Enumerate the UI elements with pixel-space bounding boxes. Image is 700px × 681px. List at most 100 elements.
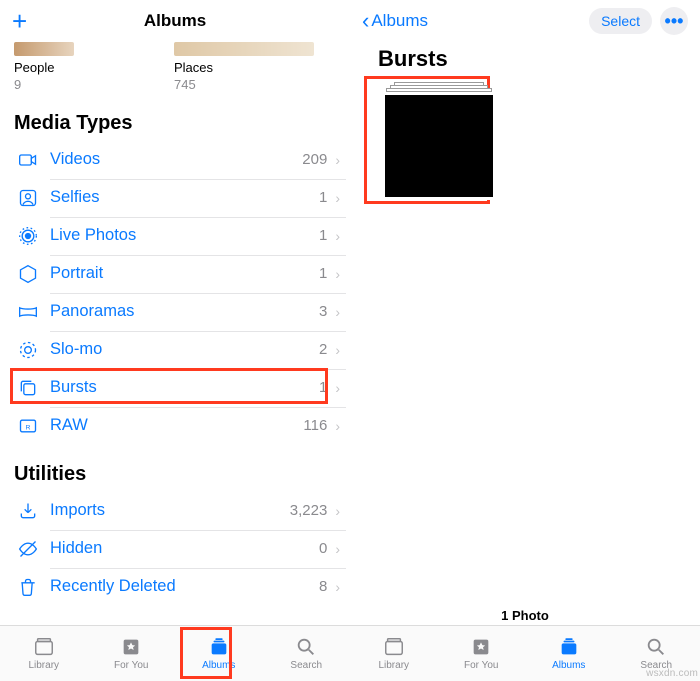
- people-album-thumb[interactable]: People 9: [14, 42, 74, 94]
- raw-icon: R: [14, 416, 42, 436]
- row-deleted-count: 8: [319, 578, 329, 595]
- row-panoramas-count: 3: [319, 303, 329, 320]
- row-bursts-count: 1: [319, 379, 329, 396]
- tab-search-label: Search: [290, 660, 322, 671]
- back-albums-button[interactable]: ‹ Albums: [362, 8, 428, 34]
- row-videos-label: Videos: [42, 150, 302, 169]
- panoramas-icon: [14, 302, 42, 322]
- phone-left-albums-list: + Albums People 9 Places 745 Media Types…: [0, 0, 350, 681]
- places-label: Places: [174, 60, 314, 77]
- row-bursts-label: Bursts: [42, 378, 319, 397]
- albums-icon: [557, 636, 581, 658]
- tab-foryou-label: For You: [114, 660, 148, 671]
- watermark: wsxdn.com: [646, 668, 698, 679]
- burst-thumbnail[interactable]: [380, 82, 498, 202]
- foryou-icon: [469, 636, 493, 658]
- row-bursts[interactable]: Bursts 1 ›: [14, 369, 346, 407]
- row-hidden-count: 0: [319, 540, 329, 557]
- phone-right-bursts-album: ‹ Albums Select ••• Bursts 1 Photo Libra…: [350, 0, 700, 681]
- select-button[interactable]: Select: [589, 8, 652, 34]
- tab-foryou[interactable]: For You: [88, 626, 176, 681]
- portrait-icon: [14, 264, 42, 284]
- chevron-right-icon: ›: [329, 266, 346, 282]
- row-selfies-label: Selfies: [42, 188, 319, 207]
- chevron-right-icon: ›: [329, 152, 346, 168]
- more-options-button[interactable]: •••: [660, 7, 688, 35]
- chevron-right-icon: ›: [329, 579, 346, 595]
- add-album-button[interactable]: +: [12, 6, 27, 37]
- chevron-right-icon: ›: [329, 190, 346, 206]
- people-label: People: [14, 60, 74, 77]
- people-count: 9: [14, 77, 74, 94]
- row-livephotos-label: Live Photos: [42, 226, 319, 245]
- ellipsis-icon: •••: [665, 11, 684, 32]
- tab-albums-label: Albums: [552, 660, 585, 671]
- library-icon: [382, 636, 406, 658]
- row-hidden-label: Hidden: [42, 539, 319, 558]
- tab-library-label: Library: [28, 660, 59, 671]
- foryou-icon: [119, 636, 143, 658]
- photo-count-footer: 1 Photo: [350, 608, 700, 623]
- album-title: Bursts: [350, 42, 700, 78]
- tab-foryou[interactable]: For You: [438, 626, 526, 681]
- row-hidden[interactable]: Hidden 0 ›: [14, 530, 346, 568]
- selfies-icon: [14, 188, 42, 208]
- chevron-right-icon: ›: [329, 380, 346, 396]
- media-types-heading: Media Types: [0, 94, 350, 141]
- hidden-icon: [14, 539, 42, 559]
- albums-icon: [207, 636, 231, 658]
- chevron-right-icon: ›: [329, 418, 346, 434]
- row-videos[interactable]: Videos 209 ›: [14, 141, 346, 179]
- utilities-list: Imports 3,223 › Hidden 0 › Recently Dele…: [0, 492, 350, 606]
- tab-albums[interactable]: Albums: [175, 626, 263, 681]
- row-recently-deleted[interactable]: Recently Deleted 8 ›: [14, 568, 346, 606]
- row-livephotos[interactable]: Live Photos 1 ›: [14, 217, 346, 255]
- row-selfies-count: 1: [319, 189, 329, 206]
- chevron-right-icon: ›: [329, 342, 346, 358]
- row-videos-count: 209: [302, 151, 329, 168]
- row-slomo-label: Slo-mo: [42, 340, 319, 359]
- tab-albums[interactable]: Albums: [525, 626, 613, 681]
- chevron-right-icon: ›: [329, 228, 346, 244]
- places-album-thumb[interactable]: Places 745: [174, 42, 314, 94]
- search-icon: [294, 636, 318, 658]
- chevron-right-icon: ›: [329, 541, 346, 557]
- row-imports[interactable]: Imports 3,223 ›: [14, 492, 346, 530]
- row-panoramas[interactable]: Panoramas 3 ›: [14, 293, 346, 331]
- tab-search[interactable]: Search: [263, 626, 351, 681]
- media-types-list: Videos 209 › Selfies 1 › Live Photos 1 ›…: [0, 141, 350, 445]
- chevron-left-icon: ‹: [362, 8, 369, 34]
- utilities-heading: Utilities: [0, 445, 350, 492]
- album-thumbs-row: People 9 Places 745: [0, 42, 350, 94]
- chevron-right-icon: ›: [329, 304, 346, 320]
- row-slomo-count: 2: [319, 341, 329, 358]
- places-count: 745: [174, 77, 314, 94]
- svg-text:R: R: [26, 424, 31, 431]
- albums-top-bar: + Albums: [0, 0, 350, 42]
- imports-icon: [14, 501, 42, 521]
- bursts-top-bar: ‹ Albums Select •••: [350, 0, 700, 42]
- video-icon: [14, 150, 42, 170]
- search-icon: [644, 636, 668, 658]
- slomo-icon: [14, 340, 42, 360]
- row-slomo[interactable]: Slo-mo 2 ›: [14, 331, 346, 369]
- people-thumb-image: [14, 42, 74, 56]
- tab-library[interactable]: Library: [350, 626, 438, 681]
- row-raw-count: 116: [303, 417, 329, 434]
- row-raw[interactable]: R RAW 116 ›: [14, 407, 346, 445]
- row-panoramas-label: Panoramas: [42, 302, 319, 321]
- row-selfies[interactable]: Selfies 1 ›: [14, 179, 346, 217]
- burst-thumbnail-image: [382, 92, 496, 200]
- row-imports-count: 3,223: [290, 502, 330, 519]
- tab-library[interactable]: Library: [0, 626, 88, 681]
- page-title: Albums: [0, 11, 350, 31]
- row-raw-label: RAW: [42, 416, 303, 435]
- row-livephotos-count: 1: [319, 227, 329, 244]
- trash-icon: [14, 577, 42, 597]
- row-portrait[interactable]: Portrait 1 ›: [14, 255, 346, 293]
- bursts-icon: [14, 378, 42, 398]
- row-portrait-label: Portrait: [42, 264, 319, 283]
- library-icon: [32, 636, 56, 658]
- places-thumb-image: [174, 42, 314, 56]
- chevron-right-icon: ›: [329, 503, 346, 519]
